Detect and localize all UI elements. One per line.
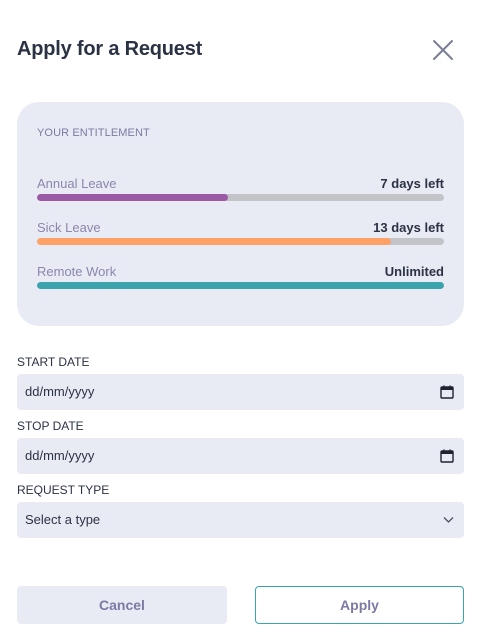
- apply-button[interactable]: Apply: [255, 586, 464, 624]
- entitlement-remaining: 7 days left: [380, 176, 444, 191]
- request-type-value: Select a type: [25, 512, 101, 527]
- stop-date-value: dd/mm/yyyy: [25, 448, 95, 463]
- entitlement-progress-fill: [37, 238, 392, 245]
- entitlement-heading: YOUR ENTITLEMENT: [37, 127, 150, 139]
- request-type-select[interactable]: Select a type: [17, 502, 464, 538]
- chevron-down-icon: [443, 517, 454, 523]
- entitlement-progress-track: [37, 282, 444, 289]
- entitlement-label: Annual Leave: [37, 176, 117, 191]
- entitlement-card: YOUR ENTITLEMENT Annual Leave 7 days lef…: [17, 102, 464, 326]
- close-icon[interactable]: [430, 37, 456, 63]
- entitlement-label: Sick Leave: [37, 220, 101, 235]
- start-date-value: dd/mm/yyyy: [25, 384, 95, 399]
- entitlement-label: Remote Work: [37, 264, 117, 279]
- page-title: Apply for a Request: [17, 38, 203, 60]
- stop-date-label: STOP DATE: [17, 419, 84, 433]
- calendar-icon[interactable]: [440, 449, 454, 463]
- start-date-label: START DATE: [17, 355, 90, 369]
- entitlement-remaining: Unlimited: [384, 264, 444, 279]
- stop-date-input[interactable]: dd/mm/yyyy: [17, 438, 464, 474]
- entitlement-progress-track: [37, 238, 444, 245]
- entitlement-progress-track: [37, 194, 444, 201]
- request-type-label: REQUEST TYPE: [17, 483, 110, 497]
- calendar-icon[interactable]: [440, 385, 454, 399]
- entitlement-progress-fill: [37, 194, 229, 201]
- start-date-input[interactable]: dd/mm/yyyy: [17, 374, 464, 410]
- cancel-button[interactable]: Cancel: [17, 586, 227, 624]
- entitlement-remaining: 13 days left: [373, 220, 444, 235]
- entitlement-progress-fill: [37, 282, 444, 289]
